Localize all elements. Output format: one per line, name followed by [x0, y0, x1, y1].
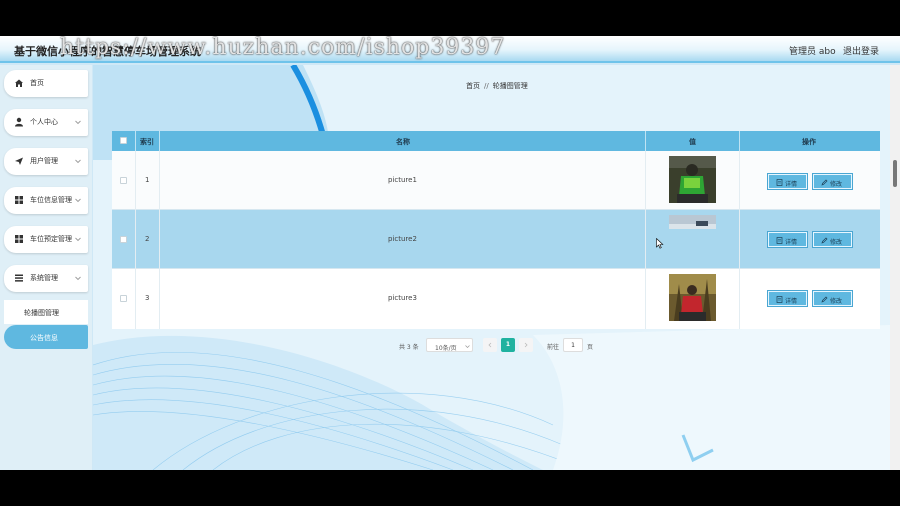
sidebar-subitem-label: 轮播图管理 — [24, 309, 59, 317]
table-row: 3 picture3 详情 修改 — [112, 269, 880, 328]
breadcrumb: 首页 //轮播图管理 — [466, 81, 528, 91]
breadcrumb-current: 轮播图管理 — [492, 82, 528, 90]
table-row: 2 picture2 详情 修改 — [112, 210, 880, 269]
sidebar-subitem-carousel[interactable]: 轮播图管理 — [4, 300, 88, 324]
watermark-text: https://www.huzhan.com/ishop39397 — [60, 36, 506, 60]
detail-button-label: 详情 — [785, 298, 798, 305]
home-icon — [15, 79, 23, 87]
chevron-down-icon — [75, 159, 81, 164]
edit-button-label: 修改 — [830, 181, 843, 188]
sidebar-item-label: 用户管理 — [30, 157, 58, 165]
table-header: 索引 名称 值 操作 — [112, 131, 880, 151]
column-header-index: 索引 — [140, 138, 154, 146]
column-header-value: 值 — [689, 138, 696, 146]
edit-icon — [821, 296, 828, 303]
detail-button-label: 详情 — [785, 239, 798, 246]
row-checkbox[interactable] — [120, 295, 127, 302]
chevron-down-icon — [75, 237, 81, 242]
top-header: 基于微信小程序的智慧停车场管理系统 https://www.huzhan.com… — [0, 36, 900, 63]
scrollbar-thumb[interactable] — [893, 160, 897, 187]
detail-button[interactable]: 详情 — [767, 173, 808, 190]
sidebar: 首页 个人中心 用户管理 车位信息管理 车位预定管理 系统管理 轮播图管理 公告… — [0, 65, 92, 470]
sidebar-item-system[interactable]: 系统管理 — [4, 265, 88, 292]
chevron-down-icon — [75, 120, 81, 125]
row-name: picture2 — [388, 235, 417, 243]
sidebar-item-parking-info[interactable]: 车位信息管理 — [4, 187, 88, 214]
sidebar-item-label: 首页 — [30, 79, 44, 87]
send-icon — [15, 157, 23, 165]
main-content: 首页 //轮播图管理 索引 名称 值 操作 1 picture1 详情 修改 2 … — [93, 65, 890, 470]
row-checkbox[interactable] — [120, 177, 127, 184]
table-row: 1 picture1 详情 修改 — [112, 151, 880, 210]
sidebar-item-label: 车位信息管理 — [30, 196, 72, 204]
page-size-select[interactable]: 10条/页 — [426, 338, 473, 352]
goto-suffix: 页 — [587, 344, 594, 351]
edit-button-label: 修改 — [830, 239, 843, 246]
detail-button-label: 详情 — [785, 181, 798, 188]
grid-icon — [15, 196, 23, 204]
row-thumbnail[interactable] — [669, 215, 716, 229]
next-page-button[interactable] — [519, 338, 533, 352]
chevron-left-icon — [488, 342, 492, 348]
app-window: 基于微信小程序的智慧停车场管理系统 https://www.huzhan.com… — [0, 36, 900, 470]
vertical-scrollbar[interactable] — [890, 65, 900, 470]
chevron-down-icon — [75, 276, 81, 281]
prev-page-button[interactable] — [483, 338, 497, 352]
page-size-value: 10条/页 — [435, 345, 457, 352]
logout-link[interactable]: 退出登录 — [843, 44, 879, 57]
sidebar-item-label: 个人中心 — [30, 118, 58, 126]
row-index: 3 — [145, 294, 150, 302]
document-icon — [776, 179, 783, 186]
column-header-name: 名称 — [396, 138, 410, 146]
detail-button[interactable]: 详情 — [767, 290, 808, 307]
data-table: 索引 名称 值 操作 1 picture1 详情 修改 2 picture2 详… — [112, 131, 880, 329]
sidebar-item-home[interactable]: 首页 — [4, 70, 88, 97]
user-icon — [15, 117, 23, 127]
row-thumbnail[interactable] — [669, 274, 716, 321]
mouse-cursor-icon — [656, 238, 664, 249]
current-user-label: 管理员 abo — [789, 47, 836, 57]
sidebar-subitem-notice[interactable]: 公告信息 — [4, 325, 88, 349]
sidebar-item-parking-booking[interactable]: 车位预定管理 — [4, 226, 88, 253]
grid-icon — [15, 235, 23, 243]
document-icon — [776, 237, 783, 244]
pagination-total: 共 3 条 — [399, 344, 419, 351]
detail-button[interactable]: 详情 — [767, 231, 808, 248]
row-thumbnail[interactable] — [669, 156, 716, 203]
select-all-checkbox[interactable] — [120, 137, 127, 144]
sidebar-subitem-label: 公告信息 — [30, 334, 58, 342]
goto-page-input[interactable] — [563, 338, 583, 352]
breadcrumb-separator: // — [484, 82, 489, 90]
page-number-current[interactable]: 1 — [501, 338, 515, 352]
edit-icon — [821, 237, 828, 244]
column-header-actions: 操作 — [802, 138, 816, 146]
edit-button[interactable]: 修改 — [812, 290, 853, 307]
sidebar-item-profile[interactable]: 个人中心 — [4, 109, 88, 136]
goto-label: 前往 — [547, 344, 560, 351]
sidebar-item-users[interactable]: 用户管理 — [4, 148, 88, 175]
edit-button-label: 修改 — [830, 298, 843, 305]
row-checkbox[interactable] — [120, 236, 127, 243]
row-index: 2 — [145, 235, 150, 243]
edit-button[interactable]: 修改 — [812, 173, 853, 190]
edit-button[interactable]: 修改 — [812, 231, 853, 248]
row-name: picture3 — [388, 294, 417, 302]
edit-icon — [821, 179, 828, 186]
row-name: picture1 — [388, 176, 417, 184]
sidebar-item-label: 系统管理 — [30, 274, 58, 282]
document-icon — [776, 296, 783, 303]
list-icon — [15, 274, 23, 282]
chevron-right-icon — [524, 342, 528, 348]
row-index: 1 — [145, 176, 150, 184]
chevron-down-icon — [465, 345, 470, 348]
chevron-down-icon — [75, 198, 81, 203]
breadcrumb-home[interactable]: 首页 — [466, 82, 480, 90]
sidebar-item-label: 车位预定管理 — [30, 235, 72, 243]
